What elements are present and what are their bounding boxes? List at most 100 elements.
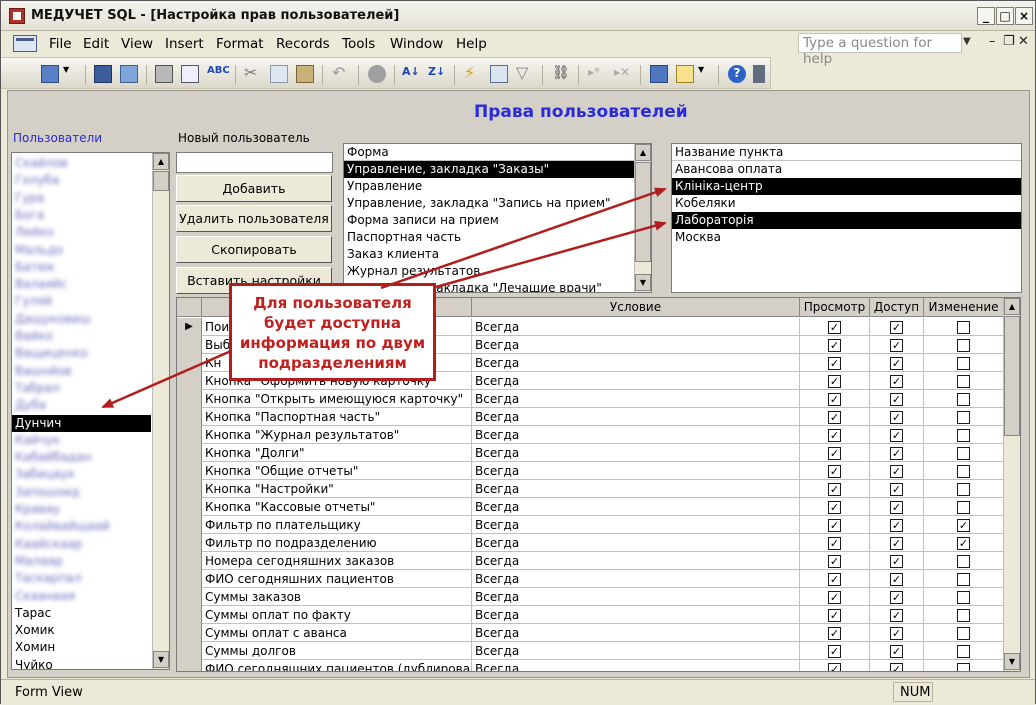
mdi-close-button[interactable]: ✕ bbox=[1018, 34, 1029, 49]
sort-ascending-icon[interactable]: A↓ bbox=[402, 65, 420, 83]
record-selector[interactable] bbox=[177, 498, 202, 516]
record-selector[interactable] bbox=[177, 516, 202, 534]
insert-hyperlink-icon[interactable] bbox=[368, 65, 386, 83]
user-list-item[interactable]: Скаанаая bbox=[12, 588, 151, 605]
edit-checkbox[interactable]: ✓ bbox=[957, 537, 970, 550]
condition-cell[interactable]: Всегда bbox=[472, 318, 800, 336]
users-list[interactable]: Скайлов Голуба Гура Бога Лейко Мальдо Батюк Вал… bbox=[11, 152, 170, 670]
form-list-item[interactable]: Журнал результатов bbox=[344, 263, 634, 280]
menu-help[interactable]: Help bbox=[456, 36, 487, 52]
access-checkbox[interactable]: ✓ bbox=[890, 501, 903, 514]
edit-checkbox[interactable] bbox=[957, 573, 970, 586]
scroll-thumb[interactable] bbox=[153, 171, 169, 191]
help-dropdown-icon[interactable]: ▼ bbox=[963, 36, 971, 47]
permission-name-cell[interactable]: Кнопка "Кассовые отчеты" bbox=[202, 498, 472, 516]
form-list-item[interactable]: Управление, закладка "Запись на прием" bbox=[344, 195, 634, 212]
user-list-item[interactable]: Дащуковиш bbox=[12, 311, 151, 328]
point-list-item[interactable]: Клініка-центр bbox=[672, 178, 1021, 195]
condition-cell[interactable]: Всегда bbox=[472, 642, 800, 660]
point-list-item[interactable]: Москва bbox=[672, 229, 1021, 246]
edit-checkbox[interactable] bbox=[957, 429, 970, 442]
menu-records[interactable]: Records bbox=[276, 36, 330, 52]
view-checkbox[interactable]: ✓ bbox=[828, 321, 841, 334]
record-selector[interactable] bbox=[177, 390, 202, 408]
condition-cell[interactable]: Всегда bbox=[472, 552, 800, 570]
form-list-item[interactable]: Заказ клиента bbox=[344, 246, 634, 263]
grid-row[interactable]: Суммы оплат с аванса Всегда ✓ ✓ bbox=[177, 624, 1004, 642]
view-checkbox[interactable]: ✓ bbox=[828, 447, 841, 460]
view-checkbox[interactable]: ✓ bbox=[828, 537, 841, 550]
form-list-item[interactable]: Управление, закладка "Заказы" bbox=[344, 161, 634, 178]
view-checkbox[interactable]: ✓ bbox=[828, 393, 841, 406]
grid-row[interactable]: Кнопка "Кассовые отчеты" Всегда ✓ ✓ bbox=[177, 498, 1004, 516]
view-checkbox[interactable]: ✓ bbox=[828, 375, 841, 388]
database-window-icon[interactable] bbox=[650, 65, 668, 83]
scroll-down-icon[interactable]: ▼ bbox=[1004, 653, 1020, 670]
record-selector[interactable] bbox=[177, 426, 202, 444]
user-list-item[interactable]: Гура bbox=[12, 190, 151, 207]
title-bar[interactable]: МЕДУЧЕТ SQL - [Настройка прав пользовате… bbox=[1, 1, 1035, 31]
edit-checkbox[interactable] bbox=[957, 447, 970, 460]
view-checkbox[interactable]: ✓ bbox=[828, 483, 841, 496]
scroll-up-icon[interactable]: ▲ bbox=[1004, 298, 1020, 315]
user-list-item[interactable]: Кайчук bbox=[12, 432, 151, 449]
condition-cell[interactable]: Всегда bbox=[472, 624, 800, 642]
grid-header-condition[interactable]: Условие bbox=[472, 298, 800, 317]
grid-row[interactable]: Фильтр по подразделению Всегда ✓ ✓ ✓ bbox=[177, 534, 1004, 552]
grid-header-view[interactable]: Просмотр bbox=[800, 298, 870, 317]
access-checkbox[interactable]: ✓ bbox=[890, 411, 903, 424]
scroll-up-icon[interactable]: ▲ bbox=[153, 153, 169, 170]
view-checkbox[interactable]: ✓ bbox=[828, 573, 841, 586]
view-dropdown-icon[interactable]: ▼ bbox=[63, 65, 73, 83]
close-button[interactable]: × bbox=[1015, 7, 1033, 25]
user-list-item[interactable]: Чуйко bbox=[12, 657, 151, 669]
edit-checkbox[interactable] bbox=[957, 339, 970, 352]
permission-name-cell[interactable]: Кнопка "Открыть имеющуюся карточку" bbox=[202, 390, 472, 408]
filter-by-form-icon[interactable] bbox=[490, 65, 508, 83]
user-list-item[interactable]: Батюк bbox=[12, 259, 151, 276]
access-checkbox[interactable]: ✓ bbox=[890, 465, 903, 478]
form-icon[interactable] bbox=[13, 35, 37, 52]
view-checkbox[interactable]: ✓ bbox=[828, 501, 841, 514]
menu-edit[interactable]: Edit bbox=[83, 36, 109, 52]
user-list-item[interactable]: Вайко bbox=[12, 328, 151, 345]
new-object-dropdown-icon[interactable]: ▼ bbox=[698, 65, 708, 83]
user-list-item[interactable]: Колайвайщаай bbox=[12, 518, 151, 535]
scroll-thumb[interactable] bbox=[1004, 316, 1020, 436]
access-checkbox[interactable]: ✓ bbox=[890, 591, 903, 604]
condition-cell[interactable]: Всегда bbox=[472, 390, 800, 408]
access-checkbox[interactable]: ✓ bbox=[890, 393, 903, 406]
user-list-item[interactable]: Мальдо bbox=[12, 242, 151, 259]
access-checkbox[interactable]: ✓ bbox=[890, 339, 903, 352]
cut-icon[interactable]: ✂ bbox=[244, 65, 262, 83]
scroll-down-icon[interactable]: ▼ bbox=[635, 274, 651, 291]
spelling-icon[interactable]: ABC bbox=[207, 65, 230, 83]
apply-filter-icon[interactable]: ▽ bbox=[516, 65, 534, 83]
condition-cell[interactable]: Всегда bbox=[472, 408, 800, 426]
users-list-scrollbar[interactable]: ▲ ▼ bbox=[152, 153, 169, 669]
access-checkbox[interactable]: ✓ bbox=[890, 357, 903, 370]
view-checkbox[interactable]: ✓ bbox=[828, 429, 841, 442]
menu-file[interactable]: File bbox=[49, 36, 72, 52]
copy-icon[interactable] bbox=[270, 65, 288, 83]
edit-checkbox[interactable] bbox=[957, 483, 970, 496]
record-selector[interactable] bbox=[177, 408, 202, 426]
access-checkbox[interactable]: ✓ bbox=[890, 627, 903, 640]
sort-descending-icon[interactable]: Z↓ bbox=[428, 65, 446, 83]
help-question-input[interactable]: Type a question for help bbox=[798, 33, 962, 67]
delete-record-icon[interactable]: ▸✕ bbox=[614, 65, 632, 83]
edit-checkbox[interactable]: ✓ bbox=[957, 519, 970, 532]
edit-checkbox[interactable] bbox=[957, 411, 970, 424]
user-list-item[interactable]: Каайскаар bbox=[12, 536, 151, 553]
permission-name-cell[interactable]: Кнопка "Долги" bbox=[202, 444, 472, 462]
condition-cell[interactable]: Всегда bbox=[472, 498, 800, 516]
edit-checkbox[interactable] bbox=[957, 357, 970, 370]
condition-cell[interactable]: Всегда bbox=[472, 588, 800, 606]
record-selector[interactable] bbox=[177, 444, 202, 462]
access-checkbox[interactable]: ✓ bbox=[890, 573, 903, 586]
access-checkbox[interactable]: ✓ bbox=[890, 375, 903, 388]
point-list-item[interactable]: Авансова оплата bbox=[672, 161, 1021, 178]
user-list-item[interactable]: Валаяйс bbox=[12, 276, 151, 293]
scroll-up-icon[interactable]: ▲ bbox=[635, 144, 651, 161]
access-checkbox[interactable]: ✓ bbox=[890, 483, 903, 496]
